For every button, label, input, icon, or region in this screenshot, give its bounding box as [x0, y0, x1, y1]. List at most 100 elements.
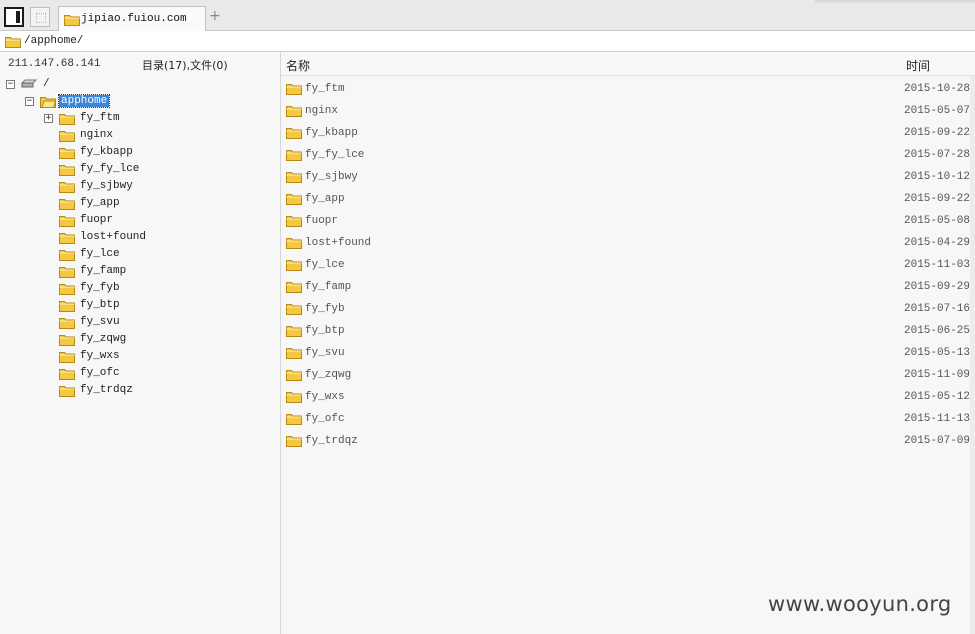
folder-icon: [59, 386, 75, 397]
list-item[interactable]: fy_wxs 2015-05-12 1: [281, 386, 975, 408]
folder-icon: [286, 436, 302, 447]
item-time: 2015-10-12 1: [904, 171, 975, 183]
list-item[interactable]: fy_ftm 2015-10-28 0: [281, 78, 975, 100]
folder-icon: [286, 304, 302, 315]
tree-item-fy_zqwg[interactable]: fy_zqwg: [59, 331, 239, 348]
tree-item-fy_app[interactable]: fy_app: [59, 195, 239, 212]
tree-item-label: fy_sjbwy: [80, 180, 133, 192]
folder-icon: [59, 199, 75, 210]
list-item[interactable]: fy_svu 2015-05-13 1: [281, 342, 975, 364]
item-time: 2015-06-25 1: [904, 325, 975, 337]
tree-root[interactable]: − /: [6, 76, 206, 93]
tree-item-lost-found[interactable]: lost+found: [59, 229, 239, 246]
list-item[interactable]: fy_trdqz 2015-07-09 1: [281, 430, 975, 452]
collapse-toggle[interactable]: −: [6, 80, 15, 89]
list-item[interactable]: nginx 2015-05-07 1: [281, 100, 975, 122]
folder-icon: [286, 150, 302, 161]
tree-root-label: /: [43, 78, 50, 90]
list-item[interactable]: fuopr 2015-05-08 1: [281, 210, 975, 232]
tree-item-fy_kbapp[interactable]: fy_kbapp: [59, 144, 239, 161]
tab-label: jipiao.fuiou.com: [81, 13, 187, 25]
item-time: 2015-11-13 1: [904, 413, 975, 425]
list-item[interactable]: fy_fy_lce 2015-07-28 1: [281, 144, 975, 166]
folder-icon: [59, 369, 75, 380]
tree-item-fy_fy_lce[interactable]: fy_fy_lce: [59, 161, 239, 178]
window-edge: [815, 0, 975, 4]
tree-item-fy_famp[interactable]: fy_famp: [59, 263, 239, 280]
folder-icon: [59, 301, 75, 312]
add-tab-button[interactable]: +: [209, 8, 221, 24]
item-name: fy_ftm: [305, 83, 345, 95]
tree-item-fy_lce[interactable]: fy_lce: [59, 246, 239, 263]
expand-toggle[interactable]: +: [44, 114, 53, 123]
folder-icon: [59, 318, 75, 329]
tree-item-label: fy_fy_lce: [80, 163, 140, 175]
server-info: 211.147.68.141 目录(17),文件(0): [0, 52, 280, 76]
path-bar[interactable]: /apphome/: [0, 31, 975, 52]
list-item[interactable]: fy_lce 2015-11-03 1: [281, 254, 975, 276]
item-name: nginx: [305, 105, 339, 117]
folder-icon: [59, 250, 75, 261]
open-folder-icon: [40, 97, 56, 108]
item-name: fy_btp: [305, 325, 345, 337]
folder-icon: [59, 165, 75, 176]
item-time: 2015-11-03 1: [904, 259, 975, 271]
blank-page-icon[interactable]: [30, 7, 50, 27]
vertical-scrollbar[interactable]: [970, 76, 975, 634]
header-divider: [281, 75, 975, 76]
item-time: 2015-07-16 1: [904, 303, 975, 315]
column-header-time[interactable]: 时间: [906, 57, 930, 74]
tree-item-label: fy_app: [80, 197, 120, 209]
folder-icon: [59, 182, 75, 193]
folder-icon: [59, 216, 75, 227]
watermark: www.wooyun.org: [768, 592, 952, 616]
tree-item-fy_fyb[interactable]: fy_fyb: [59, 280, 239, 297]
item-time: 2015-04-29 0: [904, 237, 975, 249]
folder-icon: [286, 326, 302, 337]
tree-item-fy_sjbwy[interactable]: fy_sjbwy: [59, 178, 239, 195]
tree-item-label: fy_zqwg: [80, 333, 127, 345]
item-time: 2015-07-28 1: [904, 149, 975, 161]
folder-icon: [59, 267, 75, 278]
list-item[interactable]: fy_famp 2015-09-29 1: [281, 276, 975, 298]
tree-item-fy_trdqz[interactable]: fy_trdqz: [59, 382, 239, 399]
list-item[interactable]: fy_btp 2015-06-25 1: [281, 320, 975, 342]
tree-item-fy_ofc[interactable]: fy_ofc: [59, 365, 239, 382]
toggle-panel-icon[interactable]: [4, 7, 24, 27]
tree-item-label: fy_lce: [80, 248, 120, 260]
item-name: lost+found: [305, 237, 372, 249]
column-header-name[interactable]: 名称: [286, 57, 310, 74]
folder-icon: [286, 260, 302, 271]
tab-jipiao[interactable]: jipiao.fuiou.com: [58, 6, 206, 31]
current-path: /apphome/: [24, 35, 84, 47]
tree-item-fuopr[interactable]: fuopr: [59, 212, 239, 229]
list-item[interactable]: lost+found 2015-04-29 0: [281, 232, 975, 254]
tree-item-fy_btp[interactable]: fy_btp: [59, 297, 239, 314]
list-item[interactable]: fy_zqwg 2015-11-09 0: [281, 364, 975, 386]
list-item[interactable]: fy_sjbwy 2015-10-12 1: [281, 166, 975, 188]
collapse-toggle[interactable]: −: [25, 97, 34, 106]
item-time: 2015-05-08 1: [904, 215, 975, 227]
list-item[interactable]: fy_kbapp 2015-09-22 1: [281, 122, 975, 144]
tree-item-fy_ftm[interactable]: + fy_ftm: [44, 110, 244, 127]
tree-item-fy_svu[interactable]: fy_svu: [59, 314, 239, 331]
item-time: 2015-09-22 1: [904, 127, 975, 139]
folder-icon: [286, 128, 302, 139]
list-item[interactable]: fy_app 2015-09-22 1: [281, 188, 975, 210]
list-item[interactable]: fy_fyb 2015-07-16 1: [281, 298, 975, 320]
folder-icon: [59, 284, 75, 295]
folder-icon: [286, 84, 302, 95]
item-name: fy_fy_lce: [305, 149, 365, 161]
item-name: fy_app: [305, 193, 345, 205]
tree-item-fy_wxs[interactable]: fy_wxs: [59, 348, 239, 365]
item-name: fuopr: [305, 215, 339, 227]
item-name: fy_wxs: [305, 391, 345, 403]
folder-icon: [286, 392, 302, 403]
folder-icon: [59, 114, 75, 125]
tree-item-apphome[interactable]: − apphome: [25, 93, 225, 110]
tree-item-nginx[interactable]: nginx: [59, 127, 239, 144]
folder-icon: [286, 106, 302, 117]
list-item[interactable]: fy_ofc 2015-11-13 1: [281, 408, 975, 430]
tree-item-label: fuopr: [80, 214, 114, 226]
folder-icon: [286, 216, 302, 227]
